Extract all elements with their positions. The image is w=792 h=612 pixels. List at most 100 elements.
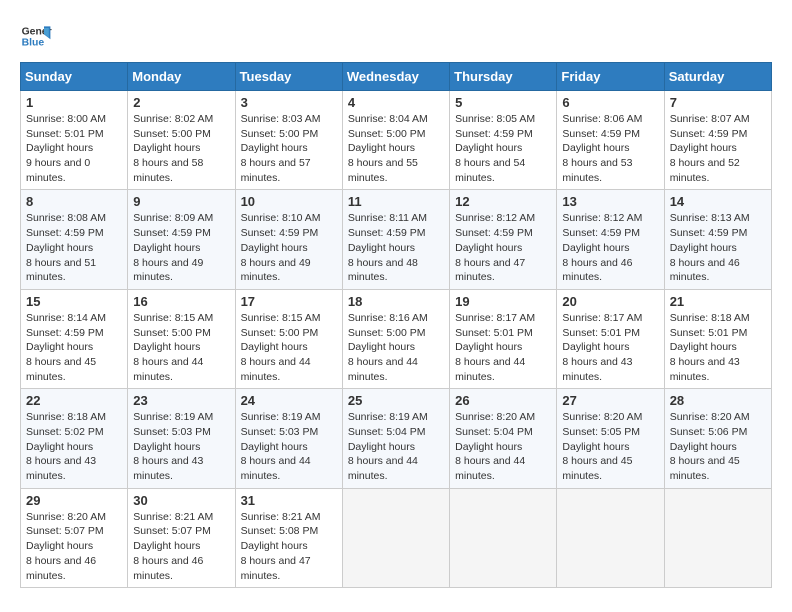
day-cell: 23 Sunrise: 8:19 AM Sunset: 5:03 PM Dayl…	[128, 389, 235, 488]
day-info: Sunrise: 8:12 AM Sunset: 4:59 PM Dayligh…	[455, 211, 551, 284]
day-number: 14	[670, 194, 766, 209]
day-number: 2	[133, 95, 229, 110]
logo-icon: General Blue	[20, 20, 52, 52]
day-number: 22	[26, 393, 122, 408]
weekday-header-row: SundayMondayTuesdayWednesdayThursdayFrid…	[21, 63, 772, 91]
day-info: Sunrise: 8:03 AM Sunset: 5:00 PM Dayligh…	[241, 112, 337, 185]
weekday-friday: Friday	[557, 63, 664, 91]
day-cell: 1 Sunrise: 8:00 AM Sunset: 5:01 PM Dayli…	[21, 91, 128, 190]
day-cell: 7 Sunrise: 8:07 AM Sunset: 4:59 PM Dayli…	[664, 91, 771, 190]
weekday-sunday: Sunday	[21, 63, 128, 91]
day-info: Sunrise: 8:21 AM Sunset: 5:08 PM Dayligh…	[241, 510, 337, 583]
day-info: Sunrise: 8:20 AM Sunset: 5:04 PM Dayligh…	[455, 410, 551, 483]
day-info: Sunrise: 8:11 AM Sunset: 4:59 PM Dayligh…	[348, 211, 444, 284]
day-cell	[342, 488, 449, 587]
day-number: 30	[133, 493, 229, 508]
day-number: 5	[455, 95, 551, 110]
day-info: Sunrise: 8:21 AM Sunset: 5:07 PM Dayligh…	[133, 510, 229, 583]
day-number: 6	[562, 95, 658, 110]
day-number: 26	[455, 393, 551, 408]
day-cell: 22 Sunrise: 8:18 AM Sunset: 5:02 PM Dayl…	[21, 389, 128, 488]
day-info: Sunrise: 8:13 AM Sunset: 4:59 PM Dayligh…	[670, 211, 766, 284]
day-cell: 9 Sunrise: 8:09 AM Sunset: 4:59 PM Dayli…	[128, 190, 235, 289]
day-cell: 3 Sunrise: 8:03 AM Sunset: 5:00 PM Dayli…	[235, 91, 342, 190]
day-number: 17	[241, 294, 337, 309]
day-number: 1	[26, 95, 122, 110]
week-row-5: 29 Sunrise: 8:20 AM Sunset: 5:07 PM Dayl…	[21, 488, 772, 587]
day-cell: 15 Sunrise: 8:14 AM Sunset: 4:59 PM Dayl…	[21, 289, 128, 388]
day-number: 8	[26, 194, 122, 209]
day-number: 10	[241, 194, 337, 209]
day-cell: 26 Sunrise: 8:20 AM Sunset: 5:04 PM Dayl…	[450, 389, 557, 488]
day-cell: 11 Sunrise: 8:11 AM Sunset: 4:59 PM Dayl…	[342, 190, 449, 289]
day-cell: 18 Sunrise: 8:16 AM Sunset: 5:00 PM Dayl…	[342, 289, 449, 388]
day-cell	[664, 488, 771, 587]
day-number: 12	[455, 194, 551, 209]
day-info: Sunrise: 8:14 AM Sunset: 4:59 PM Dayligh…	[26, 311, 122, 384]
day-number: 18	[348, 294, 444, 309]
day-info: Sunrise: 8:15 AM Sunset: 5:00 PM Dayligh…	[133, 311, 229, 384]
day-info: Sunrise: 8:12 AM Sunset: 4:59 PM Dayligh…	[562, 211, 658, 284]
day-info: Sunrise: 8:07 AM Sunset: 4:59 PM Dayligh…	[670, 112, 766, 185]
day-number: 28	[670, 393, 766, 408]
day-cell: 4 Sunrise: 8:04 AM Sunset: 5:00 PM Dayli…	[342, 91, 449, 190]
day-cell: 10 Sunrise: 8:10 AM Sunset: 4:59 PM Dayl…	[235, 190, 342, 289]
day-info: Sunrise: 8:16 AM Sunset: 5:00 PM Dayligh…	[348, 311, 444, 384]
day-info: Sunrise: 8:04 AM Sunset: 5:00 PM Dayligh…	[348, 112, 444, 185]
day-cell: 28 Sunrise: 8:20 AM Sunset: 5:06 PM Dayl…	[664, 389, 771, 488]
week-row-1: 1 Sunrise: 8:00 AM Sunset: 5:01 PM Dayli…	[21, 91, 772, 190]
svg-text:Blue: Blue	[22, 38, 45, 49]
day-number: 3	[241, 95, 337, 110]
week-row-4: 22 Sunrise: 8:18 AM Sunset: 5:02 PM Dayl…	[21, 389, 772, 488]
day-cell: 25 Sunrise: 8:19 AM Sunset: 5:04 PM Dayl…	[342, 389, 449, 488]
day-number: 27	[562, 393, 658, 408]
day-info: Sunrise: 8:08 AM Sunset: 4:59 PM Dayligh…	[26, 211, 122, 284]
day-cell: 31 Sunrise: 8:21 AM Sunset: 5:08 PM Dayl…	[235, 488, 342, 587]
day-number: 19	[455, 294, 551, 309]
day-cell: 21 Sunrise: 8:18 AM Sunset: 5:01 PM Dayl…	[664, 289, 771, 388]
day-info: Sunrise: 8:09 AM Sunset: 4:59 PM Dayligh…	[133, 211, 229, 284]
day-cell: 27 Sunrise: 8:20 AM Sunset: 5:05 PM Dayl…	[557, 389, 664, 488]
day-info: Sunrise: 8:18 AM Sunset: 5:01 PM Dayligh…	[670, 311, 766, 384]
day-info: Sunrise: 8:02 AM Sunset: 5:00 PM Dayligh…	[133, 112, 229, 185]
day-cell: 6 Sunrise: 8:06 AM Sunset: 4:59 PM Dayli…	[557, 91, 664, 190]
weekday-thursday: Thursday	[450, 63, 557, 91]
page-header: General Blue	[20, 20, 772, 52]
day-cell: 30 Sunrise: 8:21 AM Sunset: 5:07 PM Dayl…	[128, 488, 235, 587]
logo: General Blue	[20, 20, 56, 52]
day-cell: 20 Sunrise: 8:17 AM Sunset: 5:01 PM Dayl…	[557, 289, 664, 388]
day-info: Sunrise: 8:20 AM Sunset: 5:06 PM Dayligh…	[670, 410, 766, 483]
week-row-3: 15 Sunrise: 8:14 AM Sunset: 4:59 PM Dayl…	[21, 289, 772, 388]
day-cell: 16 Sunrise: 8:15 AM Sunset: 5:00 PM Dayl…	[128, 289, 235, 388]
day-number: 21	[670, 294, 766, 309]
weekday-saturday: Saturday	[664, 63, 771, 91]
day-number: 24	[241, 393, 337, 408]
day-number: 13	[562, 194, 658, 209]
day-info: Sunrise: 8:19 AM Sunset: 5:04 PM Dayligh…	[348, 410, 444, 483]
day-info: Sunrise: 8:10 AM Sunset: 4:59 PM Dayligh…	[241, 211, 337, 284]
day-cell: 2 Sunrise: 8:02 AM Sunset: 5:00 PM Dayli…	[128, 91, 235, 190]
week-row-2: 8 Sunrise: 8:08 AM Sunset: 4:59 PM Dayli…	[21, 190, 772, 289]
day-info: Sunrise: 8:20 AM Sunset: 5:05 PM Dayligh…	[562, 410, 658, 483]
weekday-tuesday: Tuesday	[235, 63, 342, 91]
day-number: 7	[670, 95, 766, 110]
day-info: Sunrise: 8:19 AM Sunset: 5:03 PM Dayligh…	[241, 410, 337, 483]
day-cell: 13 Sunrise: 8:12 AM Sunset: 4:59 PM Dayl…	[557, 190, 664, 289]
day-info: Sunrise: 8:06 AM Sunset: 4:59 PM Dayligh…	[562, 112, 658, 185]
day-number: 11	[348, 194, 444, 209]
day-number: 20	[562, 294, 658, 309]
day-cell: 12 Sunrise: 8:12 AM Sunset: 4:59 PM Dayl…	[450, 190, 557, 289]
weekday-wednesday: Wednesday	[342, 63, 449, 91]
day-info: Sunrise: 8:00 AM Sunset: 5:01 PM Dayligh…	[26, 112, 122, 185]
day-info: Sunrise: 8:15 AM Sunset: 5:00 PM Dayligh…	[241, 311, 337, 384]
day-info: Sunrise: 8:19 AM Sunset: 5:03 PM Dayligh…	[133, 410, 229, 483]
day-info: Sunrise: 8:20 AM Sunset: 5:07 PM Dayligh…	[26, 510, 122, 583]
day-number: 16	[133, 294, 229, 309]
weekday-monday: Monday	[128, 63, 235, 91]
day-number: 4	[348, 95, 444, 110]
day-info: Sunrise: 8:18 AM Sunset: 5:02 PM Dayligh…	[26, 410, 122, 483]
day-number: 31	[241, 493, 337, 508]
calendar-table: SundayMondayTuesdayWednesdayThursdayFrid…	[20, 62, 772, 588]
day-info: Sunrise: 8:05 AM Sunset: 4:59 PM Dayligh…	[455, 112, 551, 185]
day-number: 15	[26, 294, 122, 309]
